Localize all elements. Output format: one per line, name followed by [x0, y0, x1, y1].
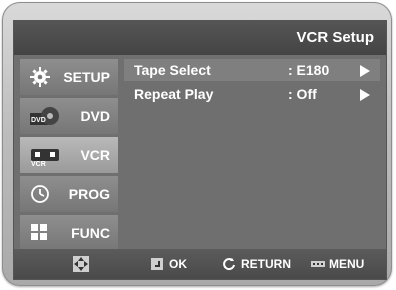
- return-label: RETURN: [241, 257, 291, 271]
- setting-row-tape-select[interactable]: Tape Select : E180: [124, 59, 380, 81]
- dpad-icon: [72, 255, 90, 273]
- right-arrow-icon: [360, 89, 370, 101]
- sidebar-item-prog[interactable]: PROG: [20, 176, 118, 212]
- title-bar: VCR Setup: [14, 21, 386, 55]
- settings-list: Tape Select : E180 Repeat Play : Off: [124, 59, 380, 239]
- bottom-help-bar: OK RETURN MENU: [14, 249, 386, 279]
- setting-value: : Off: [288, 86, 317, 102]
- sidebar-item-setup[interactable]: SETUP: [20, 59, 118, 95]
- sidebar-item-label: PROG: [68, 186, 110, 202]
- page-title: VCR Setup: [296, 29, 374, 46]
- menu-hint: MENU: [310, 257, 364, 271]
- sidebar-item-func[interactable]: FUNC: [20, 215, 118, 251]
- sidebar-item-label: VCR: [80, 147, 110, 163]
- sidebar-item-dvd[interactable]: DVD DVD: [20, 98, 118, 134]
- enter-icon: [150, 257, 164, 271]
- setting-label: Tape Select: [134, 62, 211, 78]
- sidebar-item-label: FUNC: [71, 225, 110, 241]
- svg-text:DVD: DVD: [31, 117, 46, 124]
- sidebar: SETUP DVD DVD VCR VCR PROG FUNC: [20, 59, 118, 254]
- vcr-setup-screen: VCR Setup SETUP DVD DVD VCR VCR PROG FUN…: [13, 20, 387, 280]
- sidebar-item-label: SETUP: [63, 69, 110, 85]
- gear-icon: [28, 65, 62, 89]
- sidebar-item-vcr[interactable]: VCR VCR: [20, 137, 118, 173]
- tv-bezel: VCR Setup SETUP DVD DVD VCR VCR PROG FUN…: [2, 2, 392, 286]
- sidebar-item-label: DVD: [80, 108, 110, 124]
- dvd-icon: DVD: [28, 104, 62, 128]
- return-hint: RETURN: [222, 257, 291, 271]
- svg-text:VCR: VCR: [31, 161, 46, 167]
- vcr-icon: VCR: [28, 143, 62, 168]
- return-icon: [222, 257, 236, 271]
- right-arrow-icon: [360, 65, 370, 77]
- menu-icon: [310, 257, 325, 271]
- menu-label: MENU: [329, 257, 365, 271]
- grid-icon: [28, 221, 62, 245]
- setting-label: Repeat Play: [134, 86, 214, 102]
- setting-value: : E180: [288, 62, 330, 78]
- ok-label: OK: [169, 257, 187, 271]
- ok-hint: OK: [150, 257, 187, 271]
- clock-icon: [28, 182, 62, 206]
- setting-row-repeat-play[interactable]: Repeat Play : Off: [124, 83, 380, 105]
